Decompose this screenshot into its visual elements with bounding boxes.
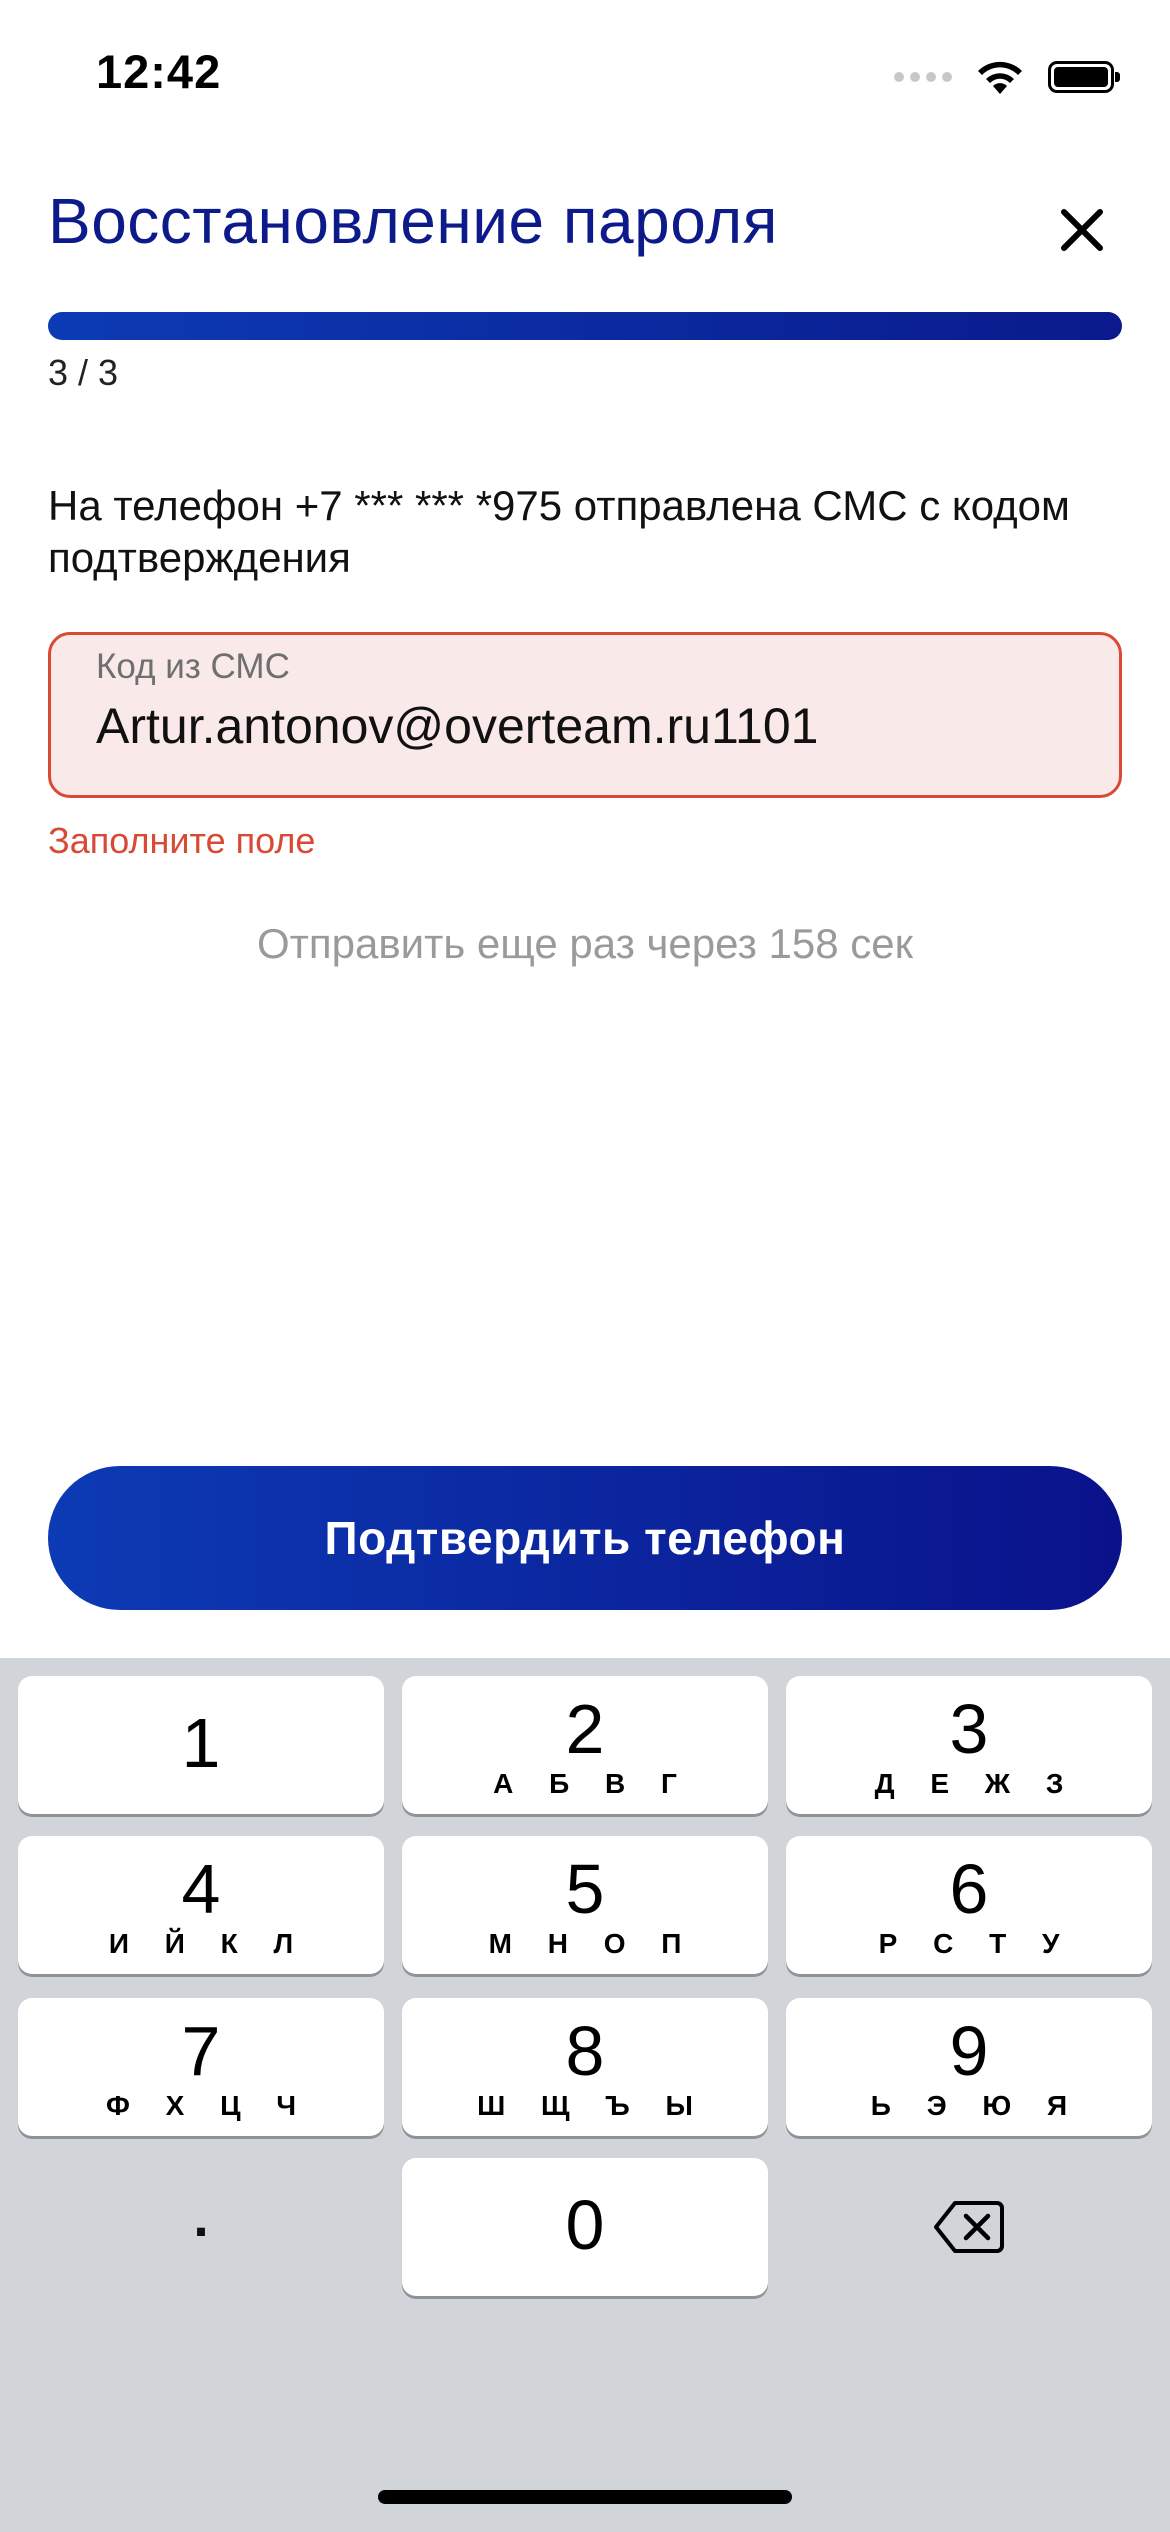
key-5[interactable]: 5 М Н О П bbox=[402, 1836, 768, 1974]
key-digit: 7 bbox=[181, 2012, 221, 2090]
sms-sent-message: На телефон +7 *** *** *975 отправлена СМ… bbox=[48, 482, 1070, 581]
key-digit: 4 bbox=[181, 1850, 221, 1928]
status-bar: 12:42 bbox=[0, 0, 1170, 150]
delete-key[interactable] bbox=[786, 2158, 1152, 2296]
key-6[interactable]: 6 Р С Т У bbox=[786, 1836, 1152, 1974]
key-letters: Д Е Ж З bbox=[874, 1768, 1078, 1799]
key-3[interactable]: 3 Д Е Ж З bbox=[786, 1676, 1152, 1814]
key-9[interactable]: 9 Ь Э Ю Я bbox=[786, 1998, 1152, 2136]
key-digit: 9 bbox=[949, 2012, 989, 2090]
key-1[interactable]: 1 bbox=[18, 1676, 384, 1814]
key-digit: 8 bbox=[565, 2012, 605, 2090]
key-letters: А Б В Г bbox=[493, 1768, 691, 1799]
key-digit: 3 bbox=[949, 1690, 989, 1768]
home-indicator bbox=[378, 2490, 792, 2504]
key-letters: Р С Т У bbox=[878, 1928, 1074, 1959]
key-letters: И Й К Л bbox=[108, 1928, 308, 1959]
key-letters: Ш Щ Ъ Ы bbox=[477, 2090, 707, 2121]
field-error-text: Заполните поле bbox=[48, 820, 316, 861]
key-digit: 2 bbox=[565, 1690, 605, 1768]
progress-bar bbox=[48, 312, 1122, 340]
sms-code-input[interactable] bbox=[96, 697, 1076, 755]
confirm-phone-button[interactable]: Подтвердить телефон bbox=[48, 1466, 1122, 1610]
key-7[interactable]: 7 Ф Х Ц Ч bbox=[18, 1998, 384, 2136]
wifi-icon bbox=[978, 61, 1022, 94]
numeric-keyboard: 1 2 А Б В Г 3 Д Е Ж З 4 И Й К Л 5 М Н О … bbox=[0, 1658, 1170, 2532]
key-digit: 1 bbox=[181, 1704, 221, 1782]
backspace-icon bbox=[934, 2201, 1004, 2253]
battery-icon bbox=[1048, 61, 1120, 93]
resend-timer-text: Отправить еще раз через 158 сек bbox=[256, 920, 913, 967]
page-title: Восстановление пароля bbox=[48, 185, 778, 257]
sms-code-label: Код из СМС bbox=[96, 647, 290, 686]
status-icons bbox=[894, 52, 1120, 102]
key-2[interactable]: 2 А Б В Г bbox=[402, 1676, 768, 1814]
sms-code-field[interactable]: Код из СМС bbox=[48, 632, 1122, 798]
key-8[interactable]: 8 Ш Щ Ъ Ы bbox=[402, 1998, 768, 2136]
signal-icon bbox=[894, 72, 952, 82]
key-letters: М Н О П bbox=[488, 1928, 696, 1959]
key-digit: 5 bbox=[565, 1850, 605, 1928]
close-button[interactable] bbox=[1042, 190, 1122, 270]
close-icon bbox=[1061, 209, 1103, 251]
key-letters: Ь Э Ю Я bbox=[870, 2090, 1082, 2121]
key-0[interactable]: 0 bbox=[402, 2158, 768, 2296]
key-digit: 6 bbox=[949, 1850, 989, 1928]
key-dot[interactable]: . bbox=[18, 2158, 384, 2296]
status-time: 12:42 bbox=[96, 45, 222, 98]
key-digit: 0 bbox=[565, 2186, 605, 2264]
key-letters: Ф Х Ц Ч bbox=[105, 2090, 311, 2121]
step-counter: 3 / 3 bbox=[48, 352, 119, 393]
key-4[interactable]: 4 И Й К Л bbox=[18, 1836, 384, 1974]
